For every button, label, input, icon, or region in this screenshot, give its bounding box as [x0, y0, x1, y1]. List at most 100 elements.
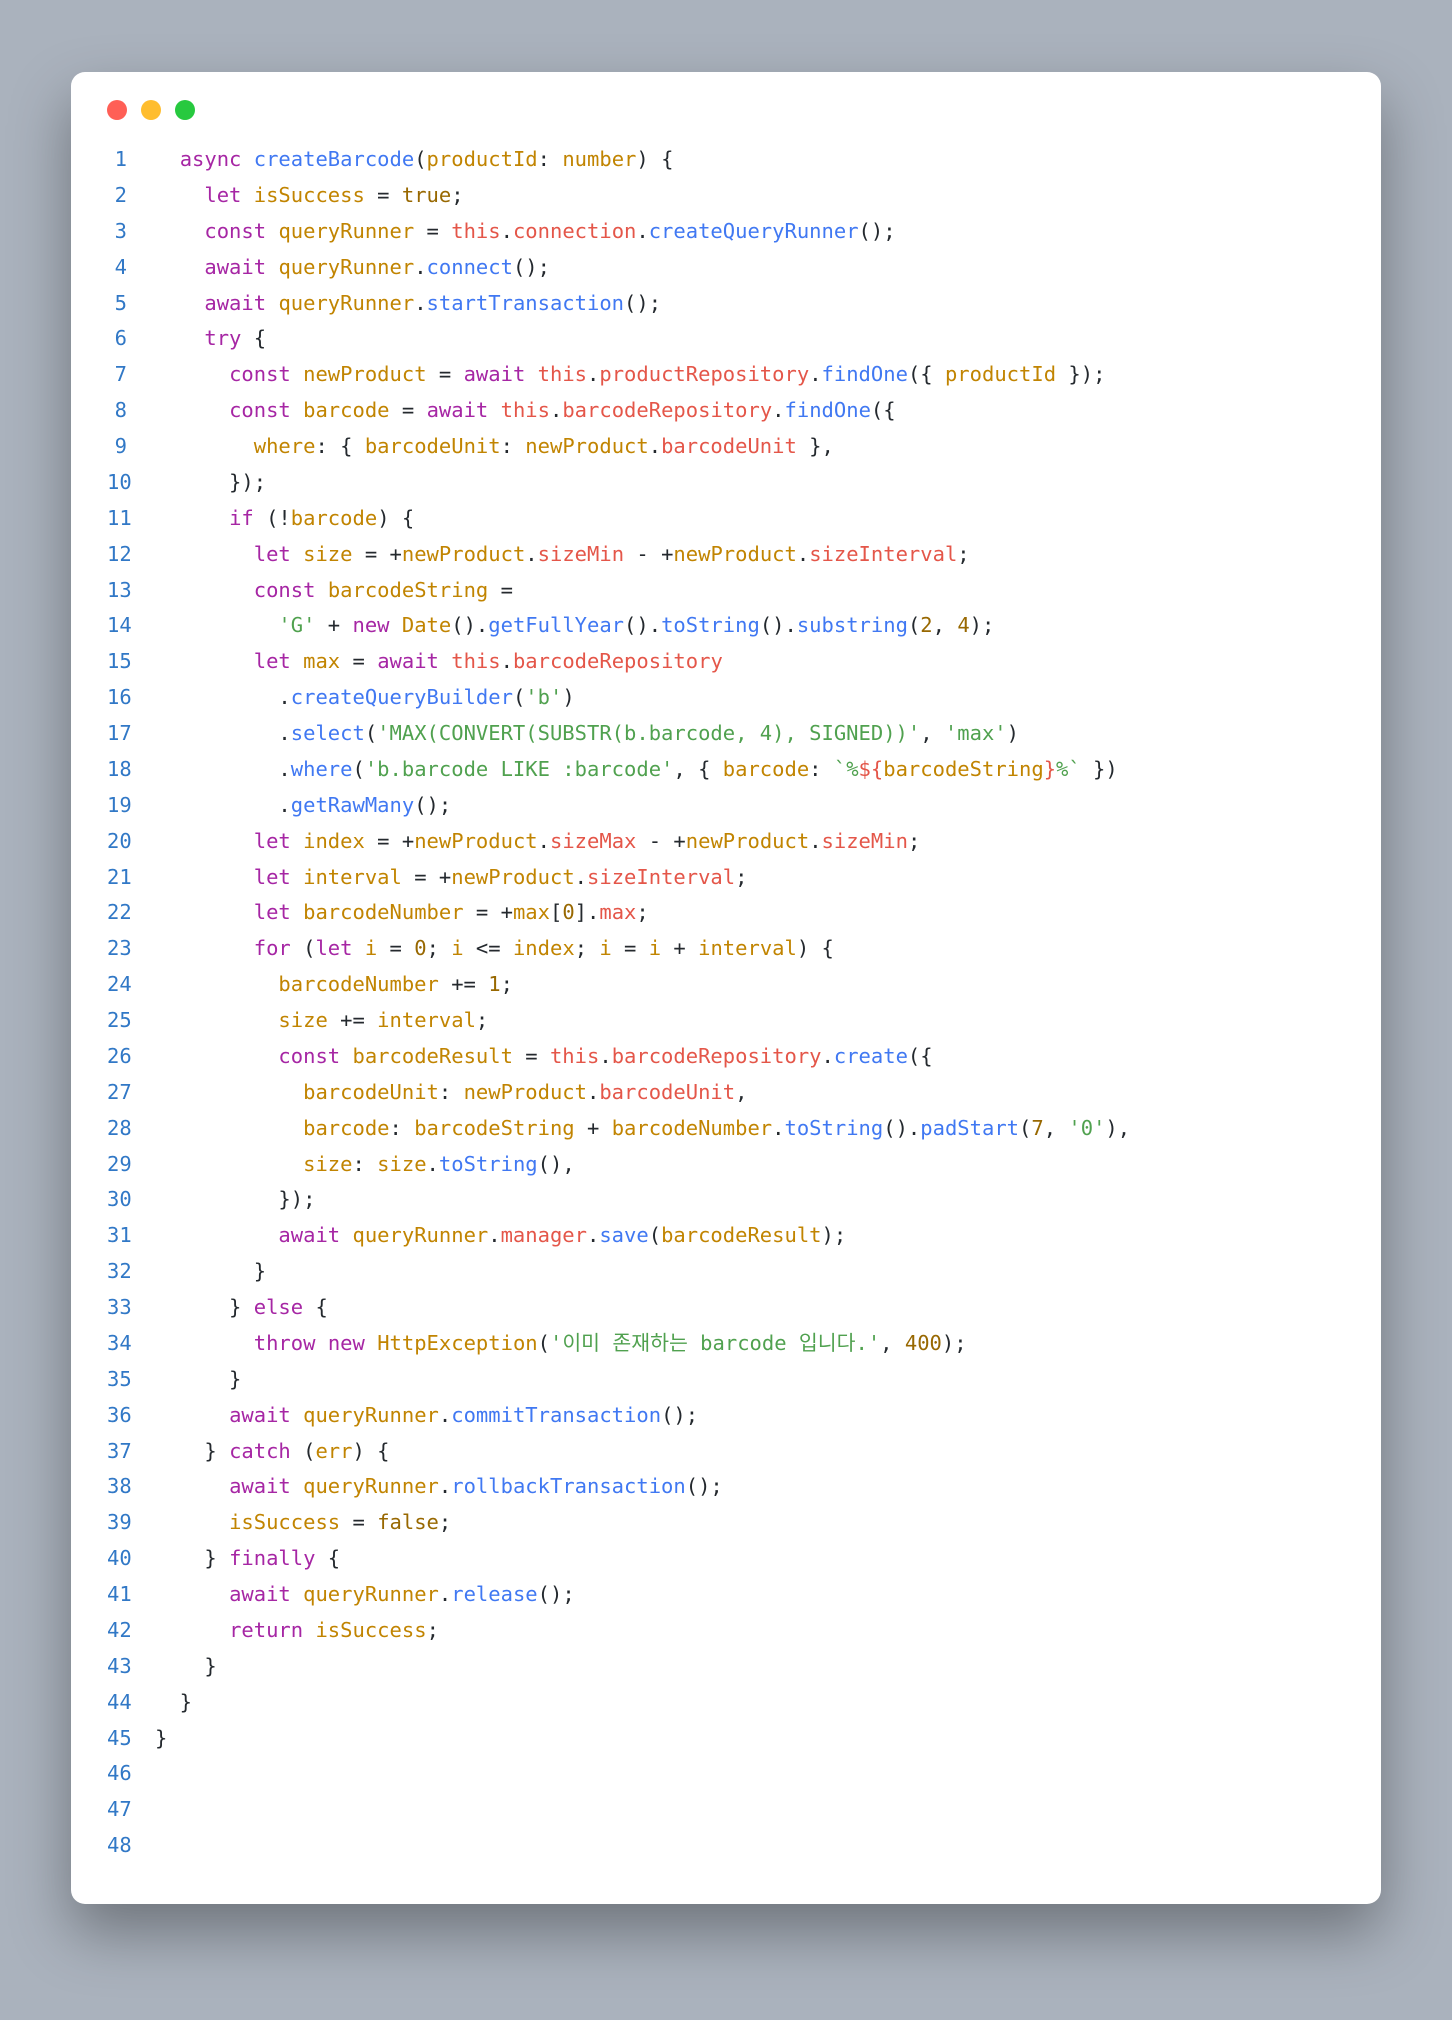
code-line: } — [155, 1721, 1130, 1757]
line-number: 21 — [107, 860, 127, 896]
line-number: 13 — [107, 573, 127, 609]
code-line: barcodeNumber += 1; — [155, 967, 1130, 1003]
line-number-gutter: 1234567891011121314151617181920212223242… — [107, 142, 155, 1864]
line-number: 10 — [107, 465, 127, 501]
code-line: const barcodeResult = this.barcodeReposi… — [155, 1039, 1130, 1075]
line-number: 1 — [107, 142, 127, 178]
code-line: let index = +newProduct.sizeMax - +newPr… — [155, 824, 1130, 860]
line-number: 2 — [107, 178, 127, 214]
line-number: 31 — [107, 1218, 127, 1254]
line-number: 27 — [107, 1075, 127, 1111]
line-number: 35 — [107, 1362, 127, 1398]
line-number: 23 — [107, 931, 127, 967]
code-line: let max = await this.barcodeRepository — [155, 644, 1130, 680]
line-number: 24 — [107, 967, 127, 1003]
line-number: 20 — [107, 824, 127, 860]
code-line: const newProduct = await this.productRep… — [155, 357, 1130, 393]
line-number: 16 — [107, 680, 127, 716]
line-number: 34 — [107, 1326, 127, 1362]
line-number: 33 — [107, 1290, 127, 1326]
line-number: 40 — [107, 1541, 127, 1577]
code-editor: 1234567891011121314151617181920212223242… — [107, 142, 1345, 1864]
code-line: size: size.toString(), — [155, 1147, 1130, 1183]
line-number: 25 — [107, 1003, 127, 1039]
code-line: .where('b.barcode LIKE :barcode', { barc… — [155, 752, 1130, 788]
line-number: 43 — [107, 1649, 127, 1685]
close-icon[interactable] — [107, 100, 127, 120]
line-number: 48 — [107, 1828, 127, 1864]
line-number: 3 — [107, 214, 127, 250]
code-line: throw new HttpException('이미 존재하는 barcode… — [155, 1326, 1130, 1362]
line-number: 28 — [107, 1111, 127, 1147]
code-content: async createBarcode(productId: number) {… — [155, 142, 1130, 1864]
line-number: 8 — [107, 393, 127, 429]
code-line: await queryRunner.manager.save(barcodeRe… — [155, 1218, 1130, 1254]
code-line: } — [155, 1685, 1130, 1721]
code-line: if (!barcode) { — [155, 501, 1130, 537]
line-number: 26 — [107, 1039, 127, 1075]
code-line: async createBarcode(productId: number) { — [155, 142, 1130, 178]
code-line: }); — [155, 465, 1130, 501]
code-line: let barcodeNumber = +max[0].max; — [155, 895, 1130, 931]
line-number: 17 — [107, 716, 127, 752]
code-line: } else { — [155, 1290, 1130, 1326]
code-line: .createQueryBuilder('b') — [155, 680, 1130, 716]
code-line: let size = +newProduct.sizeMin - +newPro… — [155, 537, 1130, 573]
line-number: 30 — [107, 1182, 127, 1218]
code-line: } — [155, 1362, 1130, 1398]
code-line: } finally { — [155, 1541, 1130, 1577]
line-number: 6 — [107, 321, 127, 357]
minimize-icon[interactable] — [141, 100, 161, 120]
code-line: .select('MAX(CONVERT(SUBSTR(b.barcode, 4… — [155, 716, 1130, 752]
line-number: 38 — [107, 1469, 127, 1505]
code-line: return isSuccess; — [155, 1613, 1130, 1649]
zoom-icon[interactable] — [175, 100, 195, 120]
code-line: barcodeUnit: newProduct.barcodeUnit, — [155, 1075, 1130, 1111]
line-number: 36 — [107, 1398, 127, 1434]
line-number: 15 — [107, 644, 127, 680]
code-line: } — [155, 1649, 1130, 1685]
line-number: 41 — [107, 1577, 127, 1613]
line-number: 44 — [107, 1685, 127, 1721]
line-number: 19 — [107, 788, 127, 824]
code-line: await queryRunner.connect(); — [155, 250, 1130, 286]
line-number: 47 — [107, 1792, 127, 1828]
line-number: 9 — [107, 429, 127, 465]
code-line: .getRawMany(); — [155, 788, 1130, 824]
line-number: 29 — [107, 1147, 127, 1183]
code-line: 'G' + new Date().getFullYear().toString(… — [155, 608, 1130, 644]
line-number: 45 — [107, 1721, 127, 1757]
code-line: await queryRunner.rollbackTransaction(); — [155, 1469, 1130, 1505]
code-line: let isSuccess = true; — [155, 178, 1130, 214]
code-line: } catch (err) { — [155, 1434, 1130, 1470]
line-number: 46 — [107, 1756, 127, 1792]
code-line: where: { barcodeUnit: newProduct.barcode… — [155, 429, 1130, 465]
code-line: await queryRunner.release(); — [155, 1577, 1130, 1613]
code-line: isSuccess = false; — [155, 1505, 1130, 1541]
code-line: }); — [155, 1182, 1130, 1218]
line-number: 42 — [107, 1613, 127, 1649]
line-number: 4 — [107, 250, 127, 286]
line-number: 18 — [107, 752, 127, 788]
line-number: 5 — [107, 286, 127, 322]
code-line: barcode: barcodeString + barcodeNumber.t… — [155, 1111, 1130, 1147]
window-controls — [107, 100, 1345, 120]
code-line: const barcodeString = — [155, 573, 1130, 609]
code-line: const barcode = await this.barcodeReposi… — [155, 393, 1130, 429]
line-number: 12 — [107, 537, 127, 573]
code-line: } — [155, 1254, 1130, 1290]
line-number: 22 — [107, 895, 127, 931]
line-number: 7 — [107, 357, 127, 393]
line-number: 32 — [107, 1254, 127, 1290]
code-line: for (let i = 0; i <= index; i = i + inte… — [155, 931, 1130, 967]
code-window: 1234567891011121314151617181920212223242… — [71, 72, 1381, 1904]
line-number: 39 — [107, 1505, 127, 1541]
line-number: 14 — [107, 608, 127, 644]
code-line: await queryRunner.startTransaction(); — [155, 286, 1130, 322]
code-line: try { — [155, 321, 1130, 357]
code-line: let interval = +newProduct.sizeInterval; — [155, 860, 1130, 896]
code-line: const queryRunner = this.connection.crea… — [155, 214, 1130, 250]
code-line: size += interval; — [155, 1003, 1130, 1039]
code-line: await queryRunner.commitTransaction(); — [155, 1398, 1130, 1434]
line-number: 11 — [107, 501, 127, 537]
